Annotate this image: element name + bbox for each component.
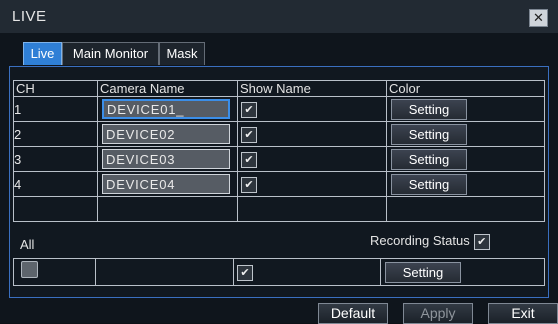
- header-show-name: Show Name: [237, 80, 387, 97]
- empty-cell: [95, 258, 234, 286]
- recording-status-checkbox[interactable]: ✔: [473, 234, 490, 250]
- channel-number: 1: [13, 96, 98, 122]
- color-setting-button[interactable]: Setting: [391, 148, 467, 170]
- header-camera-name: Camera Name: [97, 80, 238, 97]
- table-row: 4 DEVICE04 ✔ Setting: [13, 171, 545, 197]
- window-title: LIVE: [12, 8, 47, 25]
- all-show-name-checkbox[interactable]: ✔: [237, 265, 253, 281]
- recording-status: Recording Status ✔: [370, 233, 490, 250]
- empty-cell: [13, 196, 98, 222]
- color-setting-button[interactable]: Setting: [391, 98, 467, 120]
- table-row-empty: [13, 196, 545, 222]
- all-row: ✔ Setting: [13, 258, 545, 286]
- channel-number: 2: [13, 121, 98, 147]
- title-bar: LIVE ✕: [0, 0, 558, 33]
- empty-cell: [386, 196, 545, 222]
- empty-cell: [97, 196, 238, 222]
- show-name-checkbox[interactable]: ✔: [241, 126, 257, 143]
- tab-mask[interactable]: Mask: [159, 42, 205, 65]
- all-color-setting-button[interactable]: Setting: [385, 261, 461, 283]
- camera-name-field[interactable]: DEVICE02: [102, 124, 230, 144]
- show-name-checkbox[interactable]: ✔: [241, 151, 257, 168]
- live-settings-window: LIVE ✕ Live Main Monitor Mask CH Camera …: [0, 0, 558, 324]
- color-setting-button[interactable]: Setting: [391, 123, 467, 145]
- show-name-checkbox[interactable]: ✔: [241, 101, 257, 118]
- header-ch: CH: [13, 80, 98, 97]
- apply-button[interactable]: Apply: [403, 303, 473, 324]
- footer-bar: Default Apply Exit: [0, 300, 558, 324]
- camera-name-field[interactable]: DEVICE03: [102, 149, 230, 169]
- all-label: All: [20, 237, 35, 252]
- channel-number: 4: [13, 171, 98, 197]
- recording-status-label: Recording Status: [370, 233, 470, 248]
- camera-name-field[interactable]: DEVICE01_: [102, 99, 230, 119]
- camera-name-field[interactable]: DEVICE04: [102, 174, 230, 194]
- close-icon[interactable]: ✕: [529, 9, 548, 27]
- default-button[interactable]: Default: [318, 303, 388, 324]
- camera-table: CH Camera Name Show Name Color 1 DEVICE0…: [13, 80, 545, 222]
- empty-cell: [237, 196, 387, 222]
- table-header-row: CH Camera Name Show Name Color: [13, 80, 545, 97]
- header-color: Color: [386, 80, 545, 97]
- color-setting-button[interactable]: Setting: [391, 173, 467, 195]
- exit-button[interactable]: Exit: [488, 303, 558, 324]
- table-row: 1 DEVICE01_ ✔ Setting: [13, 96, 545, 122]
- channel-number: 3: [13, 146, 98, 172]
- table-row: 2 DEVICE02 ✔ Setting: [13, 121, 545, 147]
- all-row-table: ✔ Setting: [13, 258, 545, 286]
- all-checkbox[interactable]: [21, 261, 38, 278]
- table-row: 3 DEVICE03 ✔ Setting: [13, 146, 545, 172]
- tab-live[interactable]: Live: [23, 42, 62, 65]
- tab-main-monitor[interactable]: Main Monitor: [62, 42, 159, 65]
- show-name-checkbox[interactable]: ✔: [241, 176, 257, 193]
